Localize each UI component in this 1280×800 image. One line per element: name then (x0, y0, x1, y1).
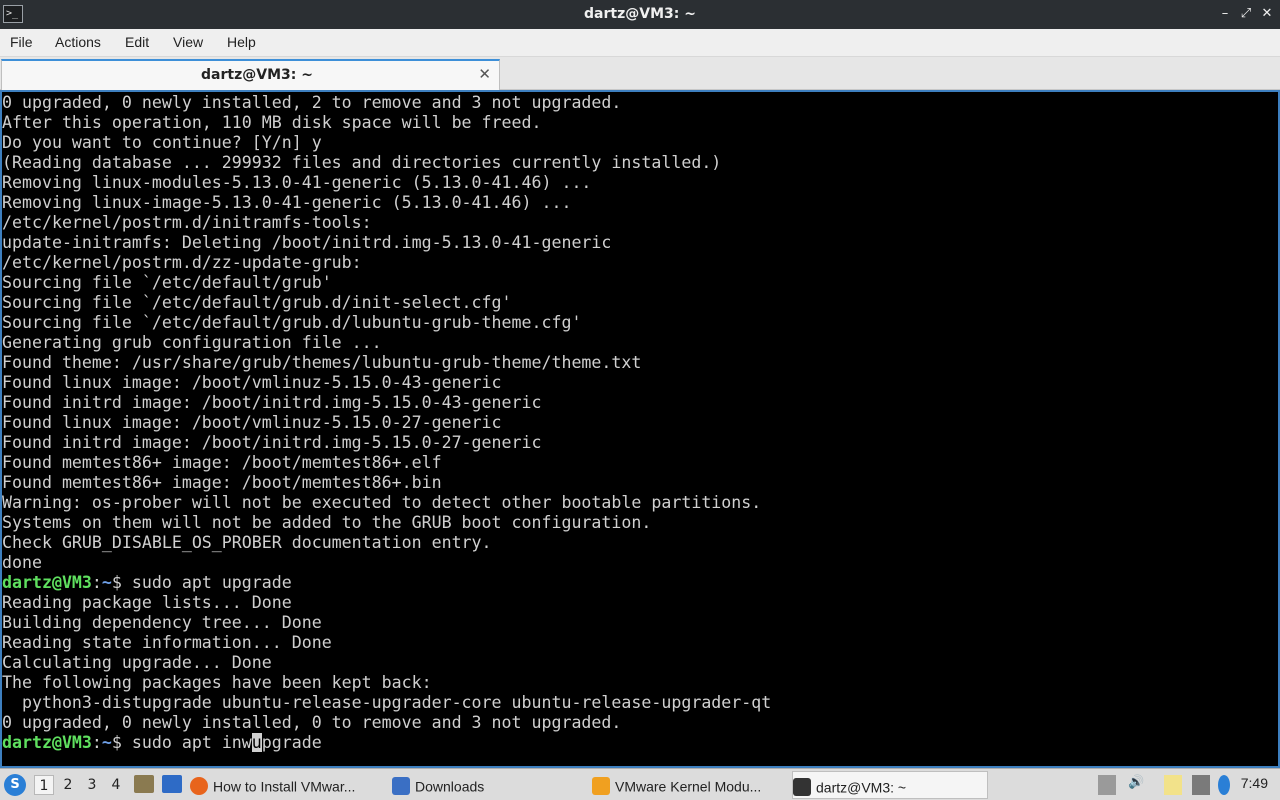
task-firefox[interactable]: How to Install VMwar... (190, 771, 386, 799)
terminal-line: Found theme: /usr/share/grub/themes/lubu… (2, 353, 642, 372)
terminal-line: Calculating upgrade... Done (2, 653, 272, 672)
menu-file[interactable]: File (10, 34, 33, 50)
tab-label: dartz@VM3: ~ (201, 67, 313, 83)
update-notifier-icon[interactable] (1218, 775, 1230, 795)
terminal-line: Check GRUB_DISABLE_OS_PROBER documentati… (2, 533, 492, 552)
workspace-2[interactable]: 2 (58, 775, 78, 795)
prompt-dollar: $ (111, 733, 132, 752)
task-label: How to Install VMwar... (213, 778, 356, 795)
command-text: sudo apt upgrade (131, 573, 292, 592)
window-titlebar[interactable]: >_ dartz@VM3: ~ – ⤢ ✕ (0, 0, 1280, 29)
clipboard-icon[interactable] (1098, 775, 1116, 795)
terminal-line: Found initrd image: /boot/initrd.img-5.1… (2, 393, 542, 412)
terminal-prompt-line: dartz@VM3:~$ sudo apt inwupgrade (2, 733, 771, 753)
tab-close-icon[interactable]: ✕ (478, 65, 491, 83)
terminal-line: Sourcing file `/etc/default/grub.d/init-… (2, 293, 512, 312)
terminal-line: Systems on them will not be added to the… (2, 513, 652, 532)
command-text: pgrade (261, 733, 322, 752)
terminal-line: Reading state information... Done (2, 633, 332, 652)
terminal-line: Sourcing file `/etc/default/grub' (2, 273, 332, 292)
task-label: VMware Kernel Modu... (615, 778, 762, 795)
prompt-dollar: $ (111, 573, 132, 592)
prompt-user: dartz@VM3 (2, 573, 92, 592)
tab-terminal[interactable]: dartz@VM3: ~ ✕ (1, 59, 500, 90)
tab-bar: dartz@VM3: ~ ✕ (0, 57, 1280, 90)
menu-bar: File Actions Edit View Help (0, 29, 1280, 57)
terminal-line: Found linux image: /boot/vmlinuz-5.15.0-… (2, 413, 502, 432)
folder-icon (392, 777, 410, 796)
terminal-prompt-line: dartz@VM3:~$ sudo apt upgrade (2, 573, 771, 593)
volume-icon[interactable]: 🔊 (1128, 775, 1144, 795)
menu-view[interactable]: View (173, 34, 203, 50)
firefox-icon (190, 777, 208, 796)
task-vmware[interactable]: VMware Kernel Modu... (592, 771, 788, 799)
prompt-separator: : (91, 573, 102, 592)
terminal-line: update-initramfs: Deleting /boot/initrd.… (2, 233, 612, 252)
workspace-4[interactable]: 4 (106, 775, 126, 795)
terminal-line: python3-distupgrade ubuntu-release-upgra… (2, 693, 772, 712)
task-label: Downloads (415, 778, 485, 795)
terminal-line: Generating grub configuration file ... (2, 333, 382, 352)
notes-icon[interactable] (1164, 775, 1182, 795)
terminal-line: /etc/kernel/postrm.d/zz-update-grub: (2, 253, 362, 272)
terminal-line: done (2, 553, 42, 572)
terminal-line: Removing linux-image-5.13.0-41-generic (… (2, 193, 572, 212)
file-manager-launcher-icon[interactable] (134, 775, 154, 793)
terminal-line: (Reading database ... 299932 files and d… (2, 153, 722, 172)
terminal-icon (793, 778, 811, 797)
terminal-line: Found memtest86+ image: /boot/memtest86+… (2, 453, 442, 472)
terminal-view[interactable]: 0 upgraded, 0 newly installed, 2 to remo… (0, 90, 1280, 768)
network-icon[interactable] (1192, 775, 1210, 795)
task-terminal[interactable]: dartz@VM3: ~ (792, 771, 988, 799)
taskbar: S 1 2 3 4 How to Install VMwar... Downlo… (0, 768, 1280, 800)
menu-edit[interactable]: Edit (125, 34, 149, 50)
show-desktop-icon[interactable] (162, 775, 182, 793)
terminal-line: The following packages have been kept ba… (2, 673, 432, 692)
terminal-line: Removing linux-modules-5.13.0-41-generic… (2, 173, 592, 192)
task-downloads[interactable]: Downloads (392, 771, 588, 799)
vmware-icon (592, 777, 610, 796)
menu-help[interactable]: Help (227, 34, 256, 50)
terminal-line: /etc/kernel/postrm.d/initramfs-tools: (2, 213, 372, 232)
prompt-path: ~ (101, 733, 112, 752)
maximize-button[interactable]: ⤢ (1237, 5, 1255, 23)
prompt-user: dartz@VM3 (2, 733, 92, 752)
terminal-line: Do you want to continue? [Y/n] y (2, 133, 322, 152)
terminal-line: Sourcing file `/etc/default/grub.d/lubun… (2, 313, 582, 332)
close-button[interactable]: ✕ (1258, 5, 1276, 23)
menu-actions[interactable]: Actions (55, 34, 101, 50)
terminal-line: 0 upgraded, 0 newly installed, 2 to remo… (2, 93, 622, 112)
terminal-line: Building dependency tree... Done (2, 613, 322, 632)
prompt-path: ~ (101, 573, 112, 592)
start-menu-icon[interactable]: S (4, 774, 26, 796)
minimize-button[interactable]: – (1216, 5, 1234, 23)
terminal-line: Found initrd image: /boot/initrd.img-5.1… (2, 433, 542, 452)
terminal-output: 0 upgraded, 0 newly installed, 2 to remo… (2, 93, 771, 753)
terminal-line: Warning: os-prober will not be executed … (2, 493, 762, 512)
text-cursor: u (251, 733, 262, 752)
terminal-scrollbar[interactable] (1274, 92, 1278, 766)
clock[interactable]: 7:49 (1241, 775, 1268, 791)
prompt-separator: : (91, 733, 102, 752)
terminal-line: 0 upgraded, 0 newly installed, 0 to remo… (2, 713, 622, 732)
window-title: dartz@VM3: ~ (584, 6, 696, 22)
terminal-line: Found memtest86+ image: /boot/memtest86+… (2, 473, 442, 492)
terminal-line: After this operation, 110 MB disk space … (2, 113, 542, 132)
workspace-1[interactable]: 1 (34, 775, 54, 795)
command-text: sudo apt inw (131, 733, 252, 752)
workspace-3[interactable]: 3 (82, 775, 102, 795)
terminal-line: Found linux image: /boot/vmlinuz-5.15.0-… (2, 373, 502, 392)
terminal-line: Reading package lists... Done (2, 593, 292, 612)
task-label: dartz@VM3: ~ (816, 779, 907, 796)
